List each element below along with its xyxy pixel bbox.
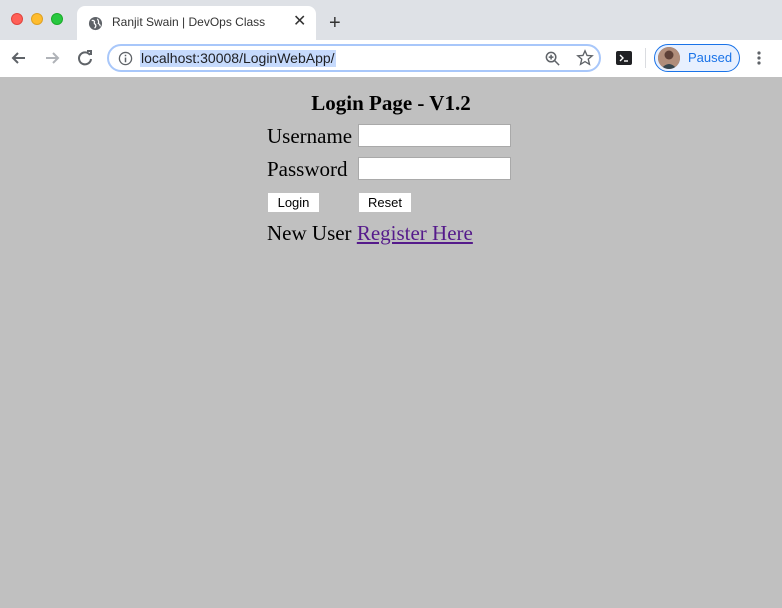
terminal-icon xyxy=(619,54,628,62)
url-text[interactable]: localhost:30008/LoginWebApp/ xyxy=(140,50,336,67)
browser-toolbar: localhost:30008/LoginWebApp/ Paused xyxy=(0,40,782,77)
page-title: Login Page - V1.2 xyxy=(311,91,471,115)
maximize-window-button[interactable] xyxy=(51,13,63,25)
browser-chrome: Ranjit Swain | DevOps Class ✕ + localhos… xyxy=(0,0,782,77)
forward-arrow-icon[interactable] xyxy=(42,48,62,68)
avatar xyxy=(658,47,680,69)
register-prompt: New User Register Here xyxy=(267,221,473,246)
bookmark-star-icon[interactable] xyxy=(576,49,594,67)
login-button[interactable]: Login xyxy=(267,192,320,213)
globe-icon xyxy=(88,16,103,31)
password-label: Password xyxy=(267,157,348,181)
toolbar-divider xyxy=(645,48,646,68)
title-bar: Ranjit Swain | DevOps Class ✕ + xyxy=(0,0,782,40)
username-input[interactable] xyxy=(358,124,511,147)
login-page: Login Page - V1.2 Username Password Logi… xyxy=(0,77,782,608)
profile-status: Paused xyxy=(688,50,733,65)
register-link[interactable]: Register Here xyxy=(357,221,473,245)
tab-close-icon[interactable]: ✕ xyxy=(293,14,306,30)
new-tab-icon[interactable]: + xyxy=(329,13,341,33)
more-menu-icon[interactable] xyxy=(752,50,766,66)
username-label: Username xyxy=(267,124,353,148)
reload-icon[interactable] xyxy=(75,48,95,68)
back-arrow-icon[interactable] xyxy=(9,48,29,68)
info-icon[interactable] xyxy=(118,51,133,66)
terminal-extension-icon[interactable] xyxy=(616,51,632,65)
close-window-button[interactable] xyxy=(11,13,23,25)
minimize-window-button[interactable] xyxy=(31,13,43,25)
zoom-icon[interactable] xyxy=(544,50,561,67)
address-bar[interactable]: localhost:30008/LoginWebApp/ xyxy=(107,44,601,72)
tab-title: Ranjit Swain | DevOps Class xyxy=(112,15,266,29)
profile-button[interactable]: Paused xyxy=(654,44,740,72)
new-user-text: New User xyxy=(267,221,352,245)
browser-tab[interactable]: Ranjit Swain | DevOps Class ✕ xyxy=(77,6,316,40)
person-icon xyxy=(658,47,680,69)
reset-button[interactable]: Reset xyxy=(358,192,412,213)
password-input[interactable] xyxy=(358,157,511,180)
